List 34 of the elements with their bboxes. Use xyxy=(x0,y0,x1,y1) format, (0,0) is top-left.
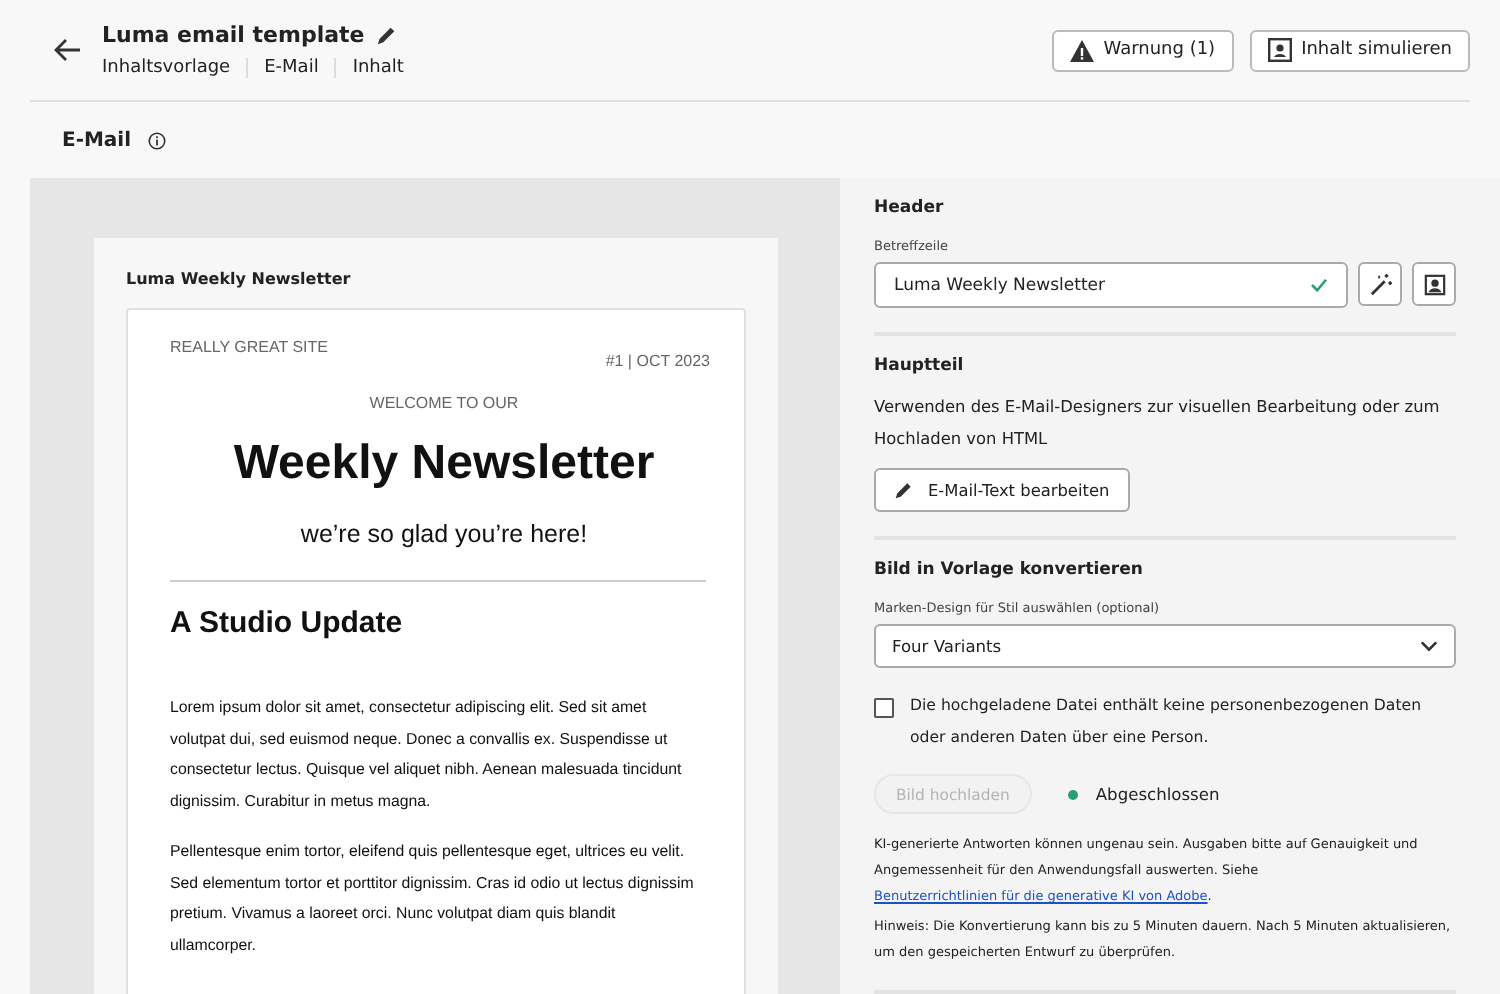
info-icon[interactable] xyxy=(147,131,166,149)
consent-checkbox[interactable] xyxy=(874,698,894,718)
header-button[interactable]: Inhalt simulieren xyxy=(1249,29,1470,71)
warning-icon xyxy=(1069,39,1094,61)
section-title: E-Mail xyxy=(62,129,132,151)
email-subject: Luma Weekly Newsletter xyxy=(126,270,353,288)
description: Verwenden des E-Mail-Designers zur visuellen Bearbeitung oder zum Hochladen von HTML xyxy=(874,394,1442,452)
subject-field[interactable]: Luma Weekly Newsletter xyxy=(874,262,1348,308)
edit-email-button[interactable]: E-Mail-Text bearbeiten xyxy=(874,468,1130,512)
tagline: we’re so glad you’re here! xyxy=(298,520,590,548)
brand-select[interactable]: Four Variants xyxy=(874,624,1456,668)
section-heading: A Studio Update xyxy=(170,606,405,640)
welcome-text: WELCOME TO OUR xyxy=(367,394,521,412)
pencil-icon xyxy=(894,480,914,500)
page-title: Luma email template xyxy=(102,22,365,48)
magic-wand-button[interactable] xyxy=(1358,262,1402,306)
breadcrumb[interactable]: Inhalt xyxy=(334,58,420,78)
preview-icon xyxy=(1267,38,1292,62)
chevron-down-icon xyxy=(1420,640,1438,652)
personalization-button[interactable] xyxy=(1412,262,1456,306)
person-icon xyxy=(1423,273,1445,295)
issue-date: #1 | OCT 2023 xyxy=(603,352,712,370)
pencil-icon[interactable] xyxy=(376,24,399,46)
status-text: Abgeschlossen xyxy=(1095,784,1220,804)
back-icon[interactable] xyxy=(54,38,82,62)
panel-heading: Hauptteil xyxy=(874,356,966,376)
panel-heading: Bild in Vorlage konvertieren xyxy=(874,560,1145,580)
site-name: REALLY GREAT SITE xyxy=(170,338,330,356)
newsletter-headline: Weekly Newsletter xyxy=(231,436,657,492)
breadcrumb[interactable]: Inhaltsvorlage xyxy=(102,58,247,78)
panel-heading: Header xyxy=(874,198,946,218)
breadcrumb[interactable]: E-Mail xyxy=(246,58,335,78)
magic-wand-icon xyxy=(1369,273,1391,295)
header-button[interactable]: Warnung (1) xyxy=(1051,29,1234,71)
